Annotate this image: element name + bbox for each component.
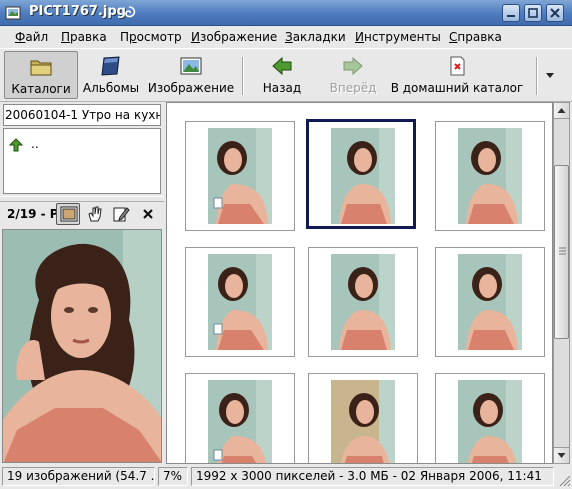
- directory-list[interactable]: ..: [3, 128, 161, 194]
- status-bar: 19 изображений (54.7 ... 7% 1992 x 3000 …: [0, 465, 572, 489]
- edit-icon: [113, 207, 130, 222]
- title-bar[interactable]: PICT1767.jpg: [0, 0, 572, 26]
- thumbnail[interactable]: [435, 121, 545, 231]
- home-doc-icon: [450, 56, 465, 76]
- toolbar: Каталоги Альбомы Изображение Назад Вперё…: [0, 48, 572, 102]
- image-view-button[interactable]: Изображение: [146, 51, 236, 99]
- scrollbar-thumb[interactable]: [554, 165, 569, 339]
- thumbnail[interactable]: [306, 119, 416, 229]
- image-preview[interactable]: [2, 229, 162, 463]
- menu-edit[interactable]: Правка: [61, 30, 107, 44]
- maximize-button[interactable]: [524, 4, 542, 22]
- menu-tools[interactable]: Инструменты: [355, 30, 441, 44]
- toolbar-separator: [242, 57, 244, 95]
- arrow-right-icon: [343, 56, 363, 76]
- sidebar: 20060104-1 Утро на кухне .. 2/19 - P: [0, 102, 164, 464]
- catalogs-button[interactable]: Каталоги: [4, 51, 78, 99]
- thumbnail-grid[interactable]: [166, 102, 553, 464]
- albums-button[interactable]: Альбомы: [80, 51, 142, 99]
- arrow-left-icon: [272, 56, 292, 76]
- vertical-scrollbar[interactable]: [553, 102, 570, 464]
- overflow-arrow-icon[interactable]: [545, 71, 555, 79]
- portrait-photo: [3, 230, 161, 462]
- home-catalog-button[interactable]: В домашний каталог: [390, 51, 524, 99]
- menu-file[interactable]: Файл: [15, 30, 48, 44]
- image-viewer-icon: [5, 6, 21, 20]
- menu-help[interactable]: Справка: [449, 30, 502, 44]
- rotate-button[interactable]: [83, 203, 107, 225]
- thumbnail[interactable]: [185, 247, 295, 357]
- menu-bar: Файл Правка Просмотр Изображение Закладк…: [0, 26, 572, 48]
- thumbnail-photo: [458, 254, 522, 350]
- toolbar-separator: [536, 57, 538, 95]
- thumbnail-photo: [331, 380, 395, 463]
- thumbnail-photo: [458, 380, 522, 463]
- minimize-icon: [507, 15, 515, 17]
- close-icon: [143, 209, 153, 219]
- hand-icon: [88, 206, 102, 222]
- thumbnail[interactable]: [308, 373, 418, 463]
- up-arrow-icon: [9, 138, 23, 152]
- thumbnail-photo: [208, 254, 272, 350]
- window-title: PICT1767.jpg: [29, 4, 126, 19]
- thumbnail-photo: [331, 128, 395, 224]
- fit-image-button[interactable]: [56, 203, 80, 225]
- maximize-icon: [528, 8, 538, 18]
- location-input[interactable]: 20060104-1 Утро на кухне: [3, 104, 161, 126]
- thumbnail[interactable]: [435, 247, 545, 357]
- close-button[interactable]: [546, 4, 564, 22]
- thumbnail-photo: [331, 254, 395, 350]
- menu-bookmarks[interactable]: Закладки: [285, 30, 346, 44]
- scroll-up-button[interactable]: [554, 103, 569, 119]
- menu-image[interactable]: Изображение: [191, 30, 277, 44]
- image-counter: 2/19 - P: [7, 207, 59, 221]
- forward-button[interactable]: Вперёд: [322, 51, 384, 99]
- back-button[interactable]: Назад: [252, 51, 312, 99]
- menu-view[interactable]: Просмотр: [120, 30, 182, 44]
- close-preview-button[interactable]: [136, 203, 160, 225]
- scroll-down-button[interactable]: [554, 447, 569, 463]
- status-image-info: 1992 x 3000 пикселей - 3.0 МБ - 02 Январ…: [191, 467, 554, 486]
- scroll-down-icon: [557, 453, 566, 458]
- folder-icon: [30, 60, 52, 76]
- swirl-icon: [125, 6, 136, 18]
- thumbnail-photo: [208, 128, 272, 224]
- scroll-up-icon: [557, 108, 566, 113]
- thumbnail[interactable]: [435, 373, 545, 463]
- minimize-button[interactable]: [502, 4, 520, 22]
- status-zoom: 7%: [158, 467, 188, 486]
- thumbnail[interactable]: [185, 121, 295, 231]
- thumbnail[interactable]: [185, 373, 295, 463]
- fit-image-icon: [60, 206, 78, 222]
- grip-lines-icon: [559, 247, 566, 255]
- resize-grip-icon[interactable]: [557, 473, 571, 487]
- album-icon: [101, 56, 120, 76]
- thumbnail-photo: [458, 128, 522, 224]
- status-image-count: 19 изображений (54.7 ...: [2, 467, 155, 486]
- close-icon: [550, 8, 560, 18]
- thumbnail[interactable]: [308, 247, 418, 357]
- image-bar: 2/19 - P: [0, 201, 164, 229]
- thumbnail-photo: [208, 380, 272, 463]
- edit-comment-button[interactable]: [109, 203, 133, 225]
- picture-icon: [180, 57, 202, 75]
